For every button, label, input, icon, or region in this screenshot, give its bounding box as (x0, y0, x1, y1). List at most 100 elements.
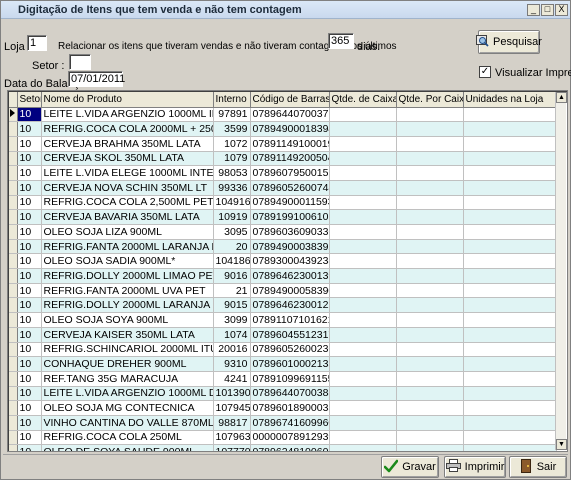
cell-qtde-caixas[interactable] (329, 283, 397, 299)
cell-nome-produto[interactable]: CERVEJA SKOL 350ML LATA (41, 151, 214, 167)
table-row[interactable]: 10LEITE L.VIDA ARGENZIO 1000ML INTEGRAL*… (9, 107, 557, 123)
cell-interno[interactable]: 1079 (213, 151, 251, 167)
cell-codigo-barras[interactable]: 07896248100601 (250, 444, 330, 451)
cell-qtde-por-caixa[interactable] (396, 165, 464, 181)
table-row[interactable]: 10 CERVEJA NOVA SCHIN 350ML LT 99336 078960… (9, 180, 557, 196)
cell-setor[interactable]: 10 (17, 356, 42, 372)
cell-codigo-barras[interactable]: 07896018900035 (250, 400, 330, 416)
pesquisar-button[interactable]: Pesquisar (476, 30, 542, 54)
cell-nome-produto[interactable]: CONHAQUE DREHER 900ML (41, 356, 214, 372)
cell-nome-produto[interactable]: OLEO SOJA SADIA 900ML* (41, 253, 214, 270)
cell-unidades-loja[interactable] (463, 415, 557, 431)
row-indicator[interactable] (9, 268, 18, 284)
cell-nome-produto[interactable]: REFRIG.FANTA 2000ML LARANJA PET (41, 239, 214, 255)
table-row[interactable]: 10 REF.TANG 35G MARACUJA 4241 0789109969115… (9, 371, 557, 387)
cell-qtde-por-caixa[interactable] (396, 121, 464, 137)
row-indicator[interactable] (9, 239, 18, 255)
close-button[interactable]: X (555, 4, 568, 16)
grid-vertical-scrollbar[interactable]: ▲ ▼ (555, 92, 567, 450)
cell-qtde-por-caixa[interactable] (396, 151, 464, 167)
table-row[interactable]: 10REFRIG.SCHINCARIOL 2000ML ITUBAINA PE2… (9, 342, 557, 358)
row-indicator[interactable] (9, 371, 18, 387)
cell-interno[interactable]: 101390 (213, 386, 251, 402)
table-row[interactable]: 10LEITE L.VIDA ARGENZIO 1000ML DESNATAD1… (9, 386, 557, 402)
table-row[interactable]: 10VINHO CANTINA DO VALLE 870ML SUAVE9881… (9, 415, 557, 431)
row-indicator[interactable] (9, 430, 18, 446)
cell-qtde-caixas[interactable] (329, 297, 397, 314)
cell-qtde-por-caixa[interactable] (396, 209, 464, 225)
cell-unidades-loja[interactable] (463, 165, 557, 181)
cell-codigo-barras[interactable]: 07896045512317 (250, 327, 330, 343)
cell-qtde-por-caixa[interactable] (396, 415, 464, 431)
cell-interno[interactable]: 4241 (213, 371, 251, 387)
cell-qtde-caixas[interactable] (329, 121, 397, 137)
cell-unidades-loja[interactable] (463, 444, 557, 451)
row-indicator[interactable] (9, 386, 18, 402)
cell-setor[interactable]: 10 (17, 283, 42, 299)
cell-interno[interactable]: 97891 (213, 107, 251, 123)
row-indicator[interactable] (9, 209, 18, 225)
cell-nome-produto[interactable]: VINHO CANTINA DO VALLE 870ML SUAVE (41, 415, 214, 431)
cell-setor[interactable]: 10 (17, 253, 42, 270)
cell-codigo-barras[interactable]: 07896036090336 (250, 224, 330, 240)
cell-codigo-barras[interactable]: 07896440700371 (250, 107, 330, 123)
row-indicator[interactable] (9, 415, 18, 431)
col-setor[interactable]: Setor (17, 92, 42, 108)
cell-unidades-loja[interactable] (463, 312, 557, 328)
cell-unidades-loja[interactable] (463, 371, 557, 387)
cell-nome-produto[interactable]: LEITE L.VIDA ARGENZIO 1000ML DESNATAD (41, 386, 214, 402)
cell-nome-produto[interactable]: REFRIG.SCHINCARIOL 2000ML ITUBAINA PE (41, 342, 214, 358)
row-indicator[interactable] (9, 283, 18, 299)
cell-unidades-loja[interactable] (463, 136, 557, 152)
row-indicator[interactable] (9, 253, 18, 270)
cell-interno[interactable]: 9310 (213, 356, 251, 372)
cell-unidades-loja[interactable] (463, 430, 557, 446)
cell-codigo-barras[interactable]: 07891149200504 (250, 151, 330, 167)
cell-unidades-loja[interactable] (463, 283, 557, 299)
cell-nome-produto[interactable]: LEITE L.VIDA ARGENZIO 1000ML INTEGRAL* (41, 107, 214, 123)
cell-setor[interactable]: 10 (17, 209, 42, 225)
cell-qtde-caixas[interactable] (329, 268, 397, 284)
cell-nome-produto[interactable]: REFRIG.COCA COLA 2000ML + 250ML PET (41, 121, 214, 137)
cell-qtde-por-caixa[interactable] (396, 400, 464, 416)
cell-interno[interactable]: 3099 (213, 312, 251, 328)
cell-qtde-por-caixa[interactable] (396, 180, 464, 196)
table-row[interactable]: 10 CERVEJA BAVARIA 350ML LATA 10919 0789199… (9, 209, 557, 225)
cell-codigo-barras[interactable]: 07896079500151 (250, 165, 330, 181)
table-row[interactable]: 10 CONHAQUE DREHER 900ML 9310 0789601000213… (9, 356, 557, 372)
cell-qtde-por-caixa[interactable] (396, 444, 464, 451)
cell-setor[interactable]: 10 (17, 224, 42, 240)
row-indicator[interactable] (9, 151, 18, 167)
col-interno[interactable]: Interno (213, 92, 251, 108)
maximize-button[interactable]: □ (541, 4, 554, 16)
cell-nome-produto[interactable]: REFRIG.COCA COLA 250ML (41, 430, 214, 446)
cell-codigo-barras[interactable]: 07891991006101 (250, 209, 330, 225)
table-row[interactable]: 10 OLEO SOJA LIZA 900ML 3095 07896036090336 (9, 224, 557, 240)
cell-nome-produto[interactable]: CERVEJA BAVARIA 350ML LATA (41, 209, 214, 225)
cell-qtde-caixas[interactable] (329, 239, 397, 255)
cell-qtde-caixas[interactable] (329, 342, 397, 358)
col-qtde-por-caixa[interactable]: Qtde. Por Caixa (396, 92, 464, 108)
scroll-up-icon[interactable]: ▲ (556, 92, 567, 103)
cell-qtde-caixas[interactable] (329, 444, 397, 451)
cell-setor[interactable]: 10 (17, 312, 42, 328)
cell-nome-produto[interactable]: REFRIG.DOLLY 2000ML LIMAO PET (41, 268, 214, 284)
cell-codigo-barras[interactable]: 07894900018394 (250, 121, 330, 137)
cell-codigo-barras[interactable]: 07894900058390 (250, 283, 330, 299)
cell-interno[interactable]: 99336 (213, 180, 251, 196)
row-indicator[interactable] (9, 195, 18, 211)
cell-nome-produto[interactable]: REF.TANG 35G MARACUJA (41, 371, 214, 387)
cell-nome-produto[interactable]: REFRIG.DOLLY 2000ML LARANJA PET (41, 297, 214, 314)
row-indicator[interactable] (9, 327, 18, 343)
table-row[interactable]: 10 OLEO SOJA MG CONTECNICA 107945 078960189… (9, 400, 557, 416)
gravar-button[interactable]: Gravar (381, 456, 439, 478)
table-row[interactable]: 10 REFRIG.FANTA 2000ML UVA PET 21 078949000… (9, 283, 557, 299)
visualizar-impressao-checkbox[interactable]: ✓ (479, 66, 491, 78)
cell-qtde-por-caixa[interactable] (396, 253, 464, 270)
cell-interno[interactable]: 10919 (213, 209, 251, 225)
cell-qtde-por-caixa[interactable] (396, 430, 464, 446)
cell-interno[interactable]: 107945 (213, 400, 251, 416)
data-balanco-input[interactable]: 07/01/2011 (68, 71, 125, 87)
cell-setor[interactable]: 10 (17, 180, 42, 196)
cell-nome-produto[interactable]: OLEO SOJA SOYA 900ML (41, 312, 214, 328)
